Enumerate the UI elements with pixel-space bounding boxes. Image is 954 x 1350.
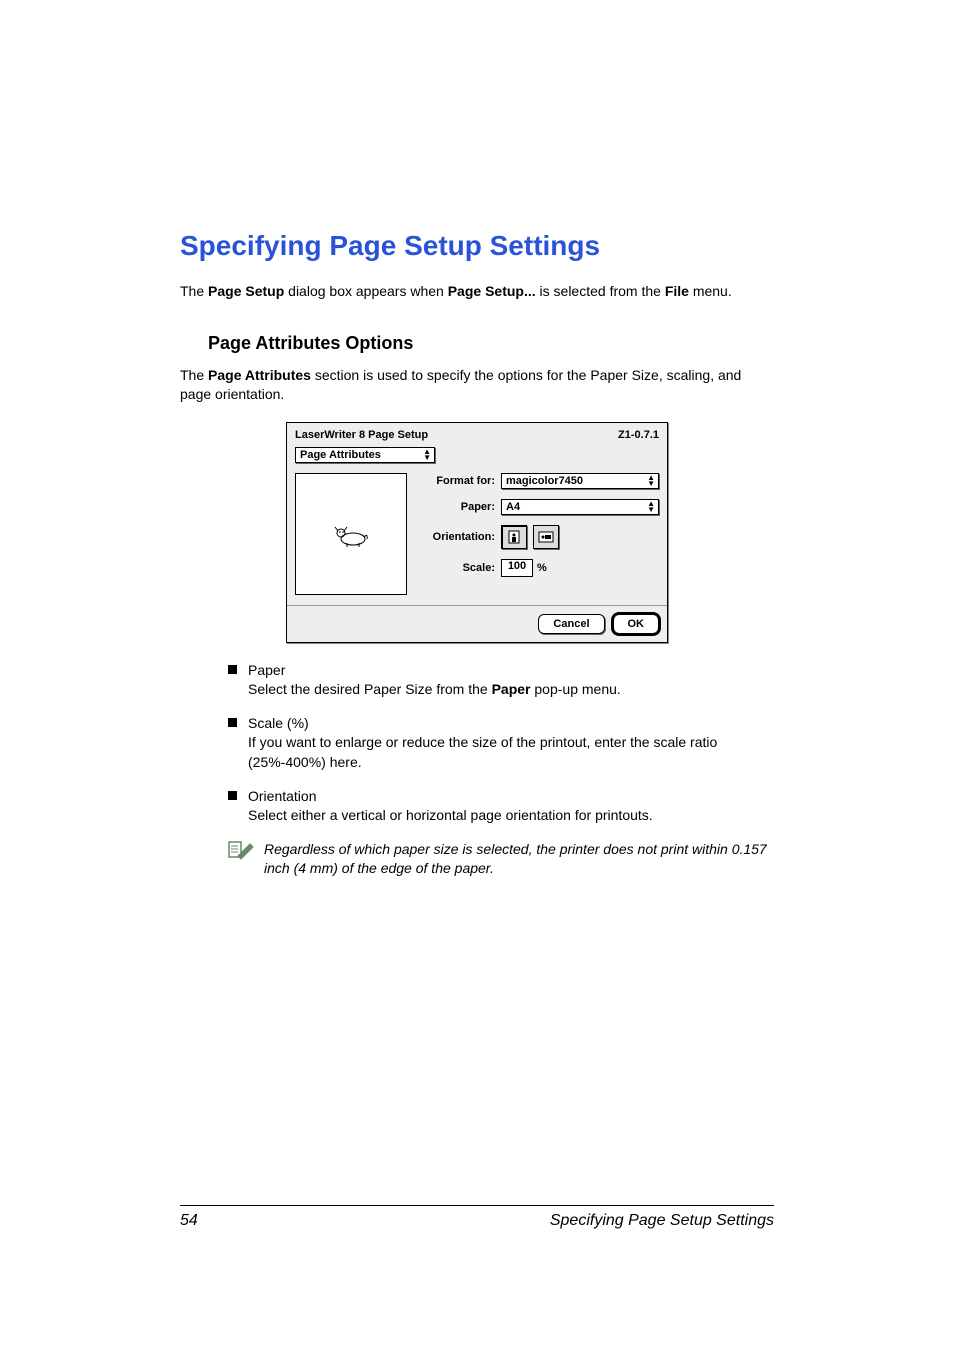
- intro-text: The Page Setup dialog box appears when P…: [180, 282, 774, 301]
- list-item-title: Scale (%): [248, 715, 309, 731]
- paper-select[interactable]: A4 ▲▼: [501, 499, 659, 515]
- portrait-icon: [508, 530, 520, 544]
- page-footer: 54 Specifying Page Setup Settings: [180, 1205, 774, 1230]
- ok-button[interactable]: OK: [613, 614, 660, 634]
- orientation-label: Orientation:: [417, 531, 501, 543]
- orientation-landscape-button[interactable]: [533, 525, 559, 549]
- list-item-title: Orientation: [248, 788, 316, 804]
- scale-unit: %: [537, 562, 547, 574]
- page-preview: [295, 473, 407, 595]
- dialog-version: Z1-0.7.1: [618, 429, 659, 441]
- page-number: 54: [180, 1212, 198, 1230]
- dog-icon: [331, 519, 371, 549]
- page-setup-dialog: LaserWriter 8 Page Setup Z1-0.7.1 Page A…: [286, 422, 668, 643]
- list-item-title: Paper: [248, 662, 285, 678]
- chevron-updown-icon: ▲▼: [647, 475, 654, 487]
- list-item: Scale (%) If you want to enlarge or redu…: [228, 714, 774, 773]
- cancel-button[interactable]: Cancel: [538, 614, 604, 634]
- scale-input[interactable]: 100: [501, 559, 533, 577]
- chevron-updown-icon: ▲▼: [647, 501, 654, 513]
- list-item-text: If you want to enlarge or reduce the siz…: [248, 734, 717, 770]
- tab-select[interactable]: Page Attributes ▲▼: [295, 447, 435, 463]
- note-icon: [228, 840, 254, 860]
- section-desc: The Page Attributes section is used to s…: [180, 366, 774, 404]
- chevron-updown-icon: ▲▼: [423, 449, 430, 461]
- page-title: Specifying Page Setup Settings: [180, 230, 774, 262]
- orientation-portrait-button[interactable]: [501, 525, 527, 549]
- format-for-value: magicolor7450: [506, 475, 583, 487]
- format-for-label: Format for:: [417, 475, 501, 487]
- note-text: Regardless of which paper size is select…: [264, 840, 774, 879]
- scale-label: Scale:: [417, 562, 501, 574]
- options-list: Paper Select the desired Paper Size from…: [228, 661, 774, 826]
- dialog-title: LaserWriter 8 Page Setup: [295, 429, 428, 441]
- landscape-icon: [538, 531, 554, 543]
- list-item: Paper Select the desired Paper Size from…: [228, 661, 774, 700]
- list-item-text: Select either a vertical or horizontal p…: [248, 807, 653, 823]
- paper-value: A4: [506, 501, 520, 513]
- list-item: Orientation Select either a vertical or …: [228, 787, 774, 826]
- tab-select-label: Page Attributes: [300, 449, 381, 461]
- paper-label: Paper:: [417, 501, 501, 513]
- footer-title: Specifying Page Setup Settings: [550, 1212, 774, 1230]
- section-heading: Page Attributes Options: [208, 333, 774, 354]
- format-for-select[interactable]: magicolor7450 ▲▼: [501, 473, 659, 489]
